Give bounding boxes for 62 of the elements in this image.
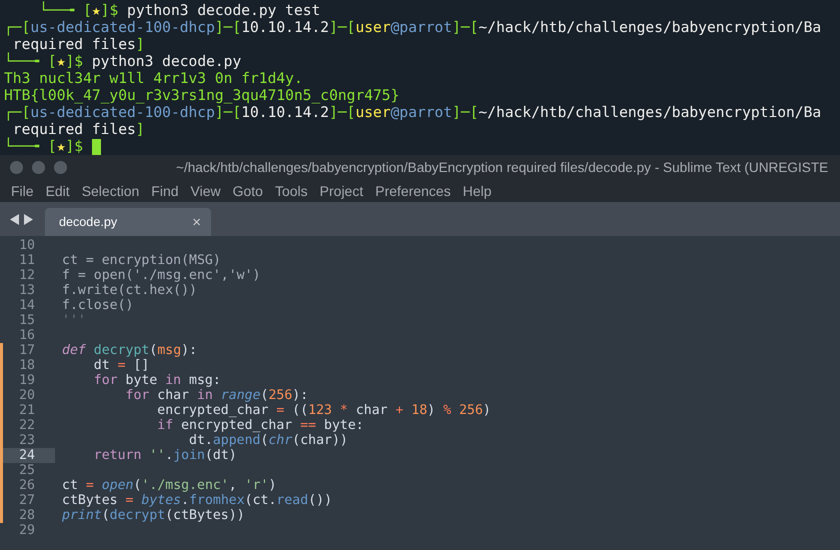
code-line: if encrypted_char == byte: bbox=[156, 418, 364, 433]
code-line: encrypted_char = ((123 * char + 18) % 256) bbox=[156, 403, 491, 418]
menu-item[interactable]: Tools bbox=[270, 183, 315, 199]
menu-item[interactable]: View bbox=[186, 183, 228, 199]
menu-item[interactable]: Help bbox=[458, 183, 499, 199]
terminal-line: ┌─[us-dedicated-100-dhcp]─[10.10.14.2]─[user@parrot]─[~/hack/htb/challenges/babyencryption/Ba bbox=[4, 104, 822, 121]
line-number: 16 bbox=[18, 328, 36, 343]
line-number: 27 bbox=[0, 493, 55, 508]
menu-item[interactable]: File bbox=[6, 183, 41, 199]
right-arrow-icon[interactable] bbox=[24, 214, 33, 224]
line-number: 17 bbox=[0, 343, 55, 358]
menu-item[interactable]: Preferences bbox=[370, 183, 458, 199]
line-number: 24 bbox=[0, 448, 55, 463]
code-line: def decrypt(msg): bbox=[61, 343, 198, 358]
code-line: f.write(ct.hex()) bbox=[61, 283, 197, 298]
line-number: 12 bbox=[18, 268, 36, 283]
terminal-line: └──╼ [★]$ python3 decode.py test bbox=[38, 2, 320, 19]
code-line: dt.append(chr(char)) bbox=[188, 433, 348, 448]
line-number: 21 bbox=[0, 403, 55, 418]
code-line: ct = open('./msg.enc', 'r') bbox=[61, 478, 276, 493]
line-number: 14 bbox=[18, 298, 36, 313]
menu-item[interactable]: Edit bbox=[40, 183, 77, 199]
line-number: 29 bbox=[18, 523, 36, 538]
menu-item[interactable]: Goto bbox=[228, 183, 270, 199]
line-number: 13 bbox=[18, 283, 36, 298]
line-number: 28 bbox=[0, 508, 55, 523]
terminal-line: HTB{l00k_47_y0u_r3v3rs1ng_3qu4710n5_c0ngr475} bbox=[4, 87, 400, 104]
line-number: 22 bbox=[0, 418, 55, 433]
left-arrow-icon[interactable] bbox=[10, 214, 19, 224]
code-line: f.close() bbox=[61, 298, 134, 313]
line-number: 11 bbox=[18, 253, 36, 268]
terminal-line: Th3 nucl34r w1ll 4rr1v3 0n fr1d4y. bbox=[4, 70, 303, 87]
minimize-button[interactable] bbox=[32, 161, 45, 174]
terminal-line: required files] bbox=[12, 121, 145, 138]
line-number: 15 bbox=[18, 313, 36, 328]
window-title: ~/hack/htb/challenges/babyencryption/BabyEncryption required files/decode.py - Sublime Text (UNREGISTE bbox=[176, 160, 828, 175]
tab-close-button[interactable]: × bbox=[192, 214, 201, 230]
line-number: 19 bbox=[0, 373, 55, 388]
line-number: 20 bbox=[0, 388, 55, 403]
menu-item[interactable]: Selection bbox=[76, 183, 146, 199]
code-line: dt = [] bbox=[92, 358, 150, 373]
maximize-button[interactable] bbox=[54, 161, 67, 174]
code-line: ctBytes = bytes.fromhex(ct.read()) bbox=[61, 493, 332, 508]
line-number: 25 bbox=[0, 463, 55, 478]
code-line: for byte in msg: bbox=[92, 373, 221, 388]
code-line: return ''.join(dt) bbox=[92, 448, 237, 463]
line-number: 10 bbox=[18, 238, 36, 253]
line-number: 26 bbox=[0, 478, 55, 493]
menu-item[interactable]: Project bbox=[314, 183, 370, 199]
terminal-line: required files] bbox=[12, 36, 145, 53]
code-line: print(decrypt(ctBytes)) bbox=[61, 508, 245, 523]
code-line: ct = encryption(MSG) bbox=[61, 253, 221, 268]
close-button[interactable] bbox=[10, 161, 23, 174]
code-line: for char in range(256): bbox=[124, 388, 308, 403]
file-tab[interactable]: decode.py × bbox=[45, 208, 211, 236]
line-number: 18 bbox=[0, 358, 55, 373]
code-line: ''' bbox=[61, 313, 86, 328]
terminal-line: └──╼ [★]$ bbox=[4, 138, 84, 155]
menu-item[interactable]: Find bbox=[146, 183, 186, 199]
terminal-line: └──╼ [★]$ python3 decode.py bbox=[4, 53, 242, 70]
terminal-line: ┌─[us-dedicated-100-dhcp]─[10.10.14.2]─[user@parrot]─[~/hack/htb/challenges/babyencryption/Ba bbox=[4, 19, 822, 36]
code-line: f = open('./msg.enc','w') bbox=[61, 268, 260, 283]
